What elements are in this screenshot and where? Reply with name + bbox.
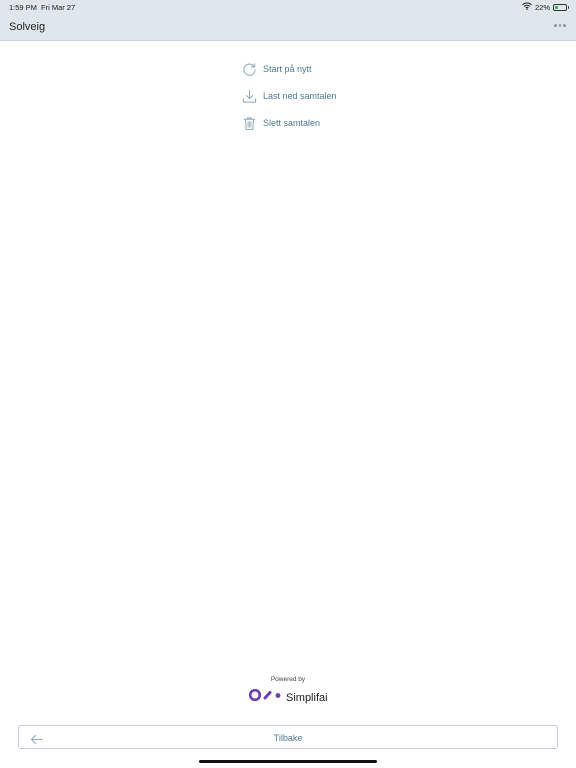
battery-percent: 22%: [534, 2, 550, 12]
menu-item-restart[interactable]: Start på nytt: [240, 60, 337, 78]
battery-icon: [553, 3, 569, 11]
menu-item-label: Start på nytt: [263, 64, 312, 74]
back-button-label: Tilbake: [273, 733, 303, 743]
wifi-icon: [522, 2, 532, 12]
menu-item-label: Slett samtalen: [263, 118, 321, 128]
trash-icon: [240, 114, 258, 132]
back-button[interactable]: Tilbake: [18, 725, 558, 749]
status-time: 1:59 PM: [9, 3, 37, 12]
menu-item-download[interactable]: Last ned samtalen: [240, 87, 337, 105]
status-date: Fri Mar 27: [41, 3, 76, 12]
restart-icon: [240, 60, 258, 78]
options-menu: Start på nytt Last ned samtalen Slett sa…: [240, 60, 337, 141]
simplifai-logo-icon: [248, 688, 282, 707]
app-header: Solveig: [0, 14, 576, 41]
powered-by-text: Powered by: [270, 676, 306, 683]
status-bar: 1:59 PM Fri Mar 27 22%: [0, 0, 576, 14]
download-icon: [240, 87, 258, 105]
status-right: 22%: [522, 2, 569, 12]
brand-logo[interactable]: Simplifai: [248, 688, 328, 707]
home-indicator[interactable]: [199, 760, 377, 763]
menu-item-label: Last ned samtalen: [263, 91, 337, 101]
brand-name: Simplifai: [286, 691, 328, 704]
menu-item-delete[interactable]: Slett samtalen: [240, 114, 337, 132]
ellipsis-icon[interactable]: [552, 20, 568, 31]
page-title: Solveig: [9, 21, 46, 33]
